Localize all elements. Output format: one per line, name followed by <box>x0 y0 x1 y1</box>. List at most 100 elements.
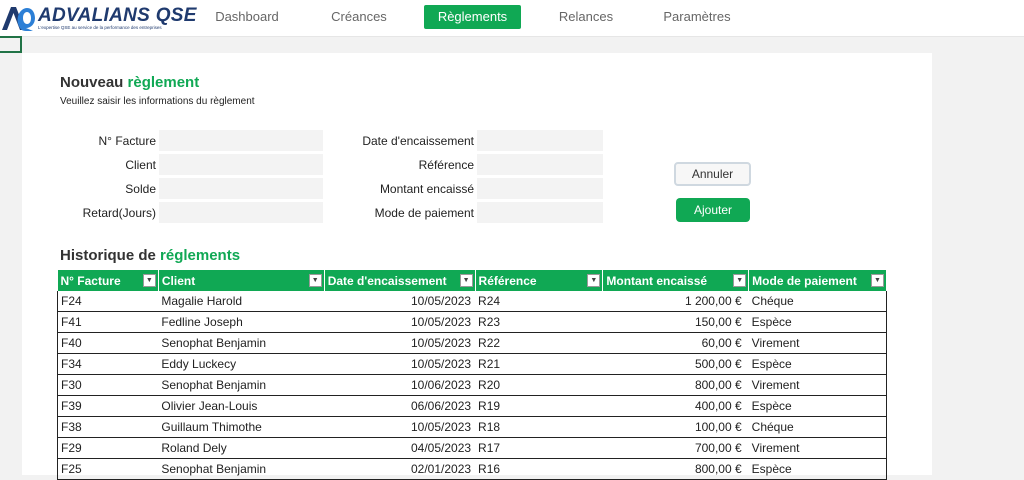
table-body: F24 Magalie Harold 10/05/2023 R24 1 200,00 €… <box>57 291 887 480</box>
client-cell[interactable]: Magalie Harold <box>158 291 325 312</box>
client-cell[interactable]: Olivier Jean-Louis <box>158 395 325 417</box>
date-cell[interactable]: 04/05/2023 <box>324 437 476 459</box>
form-subtitle: Veuillez saisir les informations du règl… <box>60 96 255 107</box>
logo-icon <box>0 4 36 32</box>
table-row[interactable]: F29 Roland Dely 04/05/2023 R17 700,00 € Virem… <box>57 437 887 459</box>
client-cell[interactable]: Fedline Joseph <box>158 311 325 333</box>
filter-dropdown-icon[interactable]: ▼ <box>733 274 747 287</box>
amount-cell[interactable]: 700,00 € <box>602 437 749 459</box>
column-header-reference[interactable]: Référence ▼ <box>475 270 604 291</box>
table-row[interactable]: F24 Magalie Harold 10/05/2023 R24 1 200,00 €… <box>57 291 887 312</box>
table-row[interactable]: F40 Senophat Benjamin 10/05/2023 R22 60,00 €… <box>57 332 887 354</box>
client-field[interactable] <box>159 154 323 175</box>
add-button[interactable]: Ajouter <box>676 198 750 222</box>
client-cell[interactable]: Guillaum Thimothe <box>158 416 325 438</box>
invoice-number-field[interactable] <box>159 130 323 151</box>
method-cell[interactable]: Virement <box>748 374 887 396</box>
label-amount-received: Montant encaissé <box>379 182 474 196</box>
method-cell[interactable]: Espèce <box>748 395 887 417</box>
reference-cell[interactable]: R24 <box>475 291 603 312</box>
invoice-cell[interactable]: F29 <box>57 437 159 459</box>
date-cell[interactable]: 10/05/2023 <box>324 416 476 438</box>
filter-dropdown-icon[interactable]: ▼ <box>142 274 156 287</box>
reference-field[interactable] <box>477 154 603 175</box>
cancel-button[interactable]: Annuler <box>674 162 751 186</box>
amount-cell[interactable]: 100,00 € <box>602 416 749 438</box>
filter-dropdown-icon[interactable]: ▼ <box>308 274 322 287</box>
nav-reglements[interactable]: Règlements <box>424 5 521 29</box>
invoice-cell[interactable]: F24 <box>57 291 159 312</box>
filter-dropdown-icon[interactable]: ▼ <box>459 274 473 287</box>
table-header-row: N° Facture ▼ Client ▼ Date d'encaissement ▼… <box>57 270 887 291</box>
invoice-cell[interactable]: F34 <box>57 353 159 375</box>
table-row[interactable]: F25 Senophat Benjamin 02/01/2023 R16 800,00 … <box>57 458 887 480</box>
invoice-cell[interactable]: F30 <box>57 374 159 396</box>
balance-field[interactable] <box>159 178 323 199</box>
date-cell[interactable]: 02/01/2023 <box>324 458 476 480</box>
method-cell[interactable]: Virement <box>748 332 887 354</box>
method-cell[interactable]: Espèce <box>748 311 887 333</box>
method-cell[interactable]: Chéque <box>748 416 887 438</box>
method-cell[interactable]: Chéque <box>748 291 887 312</box>
table-row[interactable]: F41 Fedline Joseph 10/05/2023 R23 150,00 € Es… <box>57 311 887 333</box>
nav-relances[interactable]: Relances <box>548 5 624 29</box>
client-cell[interactable]: Senophat Benjamin <box>158 332 325 354</box>
reference-cell[interactable]: R17 <box>475 437 603 459</box>
amount-cell[interactable]: 800,00 € <box>602 458 749 480</box>
reference-cell[interactable]: R16 <box>475 458 603 480</box>
table-row[interactable]: F34 Eddy Luckecy 10/05/2023 R21 500,00 € Espè… <box>57 353 887 375</box>
nav-creances[interactable]: Créances <box>316 5 402 29</box>
date-cell[interactable]: 10/05/2023 <box>324 332 476 354</box>
client-cell[interactable]: Senophat Benjamin <box>158 458 325 480</box>
table-row[interactable]: F38 Guillaum Thimothe 10/05/2023 R18 100,00 … <box>57 416 887 438</box>
label-client: Client <box>125 158 156 172</box>
brand-name: ADVALIANS QSE <box>38 4 197 26</box>
brand-logo[interactable]: ADVALIANS QSE L'expertise QSE au service… <box>0 3 197 33</box>
table-row[interactable]: F39 Olivier Jean-Louis 06/06/2023 R19 400,00… <box>57 395 887 417</box>
reference-cell[interactable]: R19 <box>475 395 603 417</box>
filter-dropdown-icon[interactable]: ▼ <box>587 274 601 287</box>
amount-cell[interactable]: 500,00 € <box>602 353 749 375</box>
column-header-invoice[interactable]: N° Facture ▼ <box>57 270 159 291</box>
client-cell[interactable]: Senophat Benjamin <box>158 374 325 396</box>
amount-cell[interactable]: 1 200,00 € <box>602 291 749 312</box>
filter-dropdown-icon[interactable]: ▼ <box>871 274 884 287</box>
date-cell[interactable]: 10/05/2023 <box>324 311 476 333</box>
client-cell[interactable]: Roland Dely <box>158 437 325 459</box>
amount-cell[interactable]: 400,00 € <box>602 395 749 417</box>
payment-method-field[interactable] <box>477 202 603 223</box>
payment-date-field[interactable] <box>477 130 603 151</box>
method-cell[interactable]: Espèce <box>748 458 887 480</box>
invoice-cell[interactable]: F38 <box>57 416 159 438</box>
amount-cell[interactable]: 800,00 € <box>602 374 749 396</box>
amount-cell[interactable]: 150,00 € <box>602 311 749 333</box>
date-cell[interactable]: 10/06/2023 <box>324 374 476 396</box>
amount-cell[interactable]: 60,00 € <box>602 332 749 354</box>
date-cell[interactable]: 10/05/2023 <box>324 291 476 312</box>
reference-cell[interactable]: R18 <box>475 416 603 438</box>
reference-cell[interactable]: R20 <box>475 374 603 396</box>
label-reference: Référence <box>418 158 474 172</box>
column-header-method[interactable]: Mode de paiement ▼ <box>748 270 887 291</box>
reference-cell[interactable]: R22 <box>475 332 603 354</box>
reference-cell[interactable]: R21 <box>475 353 603 375</box>
nav-parametres[interactable]: Paramètres <box>654 5 740 29</box>
invoice-cell[interactable]: F39 <box>57 395 159 417</box>
client-cell[interactable]: Eddy Luckecy <box>158 353 325 375</box>
column-header-amount[interactable]: Montant encaissé ▼ <box>602 270 750 291</box>
delay-days-field[interactable] <box>159 202 323 223</box>
column-header-date[interactable]: Date d'encaissement ▼ <box>324 270 476 291</box>
method-cell[interactable]: Espèce <box>748 353 887 375</box>
invoice-cell[interactable]: F40 <box>57 332 159 354</box>
amount-received-field[interactable] <box>477 178 603 199</box>
nav-dashboard[interactable]: Dashboard <box>204 5 290 29</box>
table-row[interactable]: F30 Senophat Benjamin 10/06/2023 R20 800,00 … <box>57 374 887 396</box>
invoice-cell[interactable]: F25 <box>57 458 159 480</box>
top-navigation: ADVALIANS QSE L'expertise QSE au service… <box>0 0 1024 37</box>
invoice-cell[interactable]: F41 <box>57 311 159 333</box>
method-cell[interactable]: Virement <box>748 437 887 459</box>
reference-cell[interactable]: R23 <box>475 311 603 333</box>
column-header-client[interactable]: Client ▼ <box>158 270 325 291</box>
date-cell[interactable]: 06/06/2023 <box>324 395 476 417</box>
date-cell[interactable]: 10/05/2023 <box>324 353 476 375</box>
